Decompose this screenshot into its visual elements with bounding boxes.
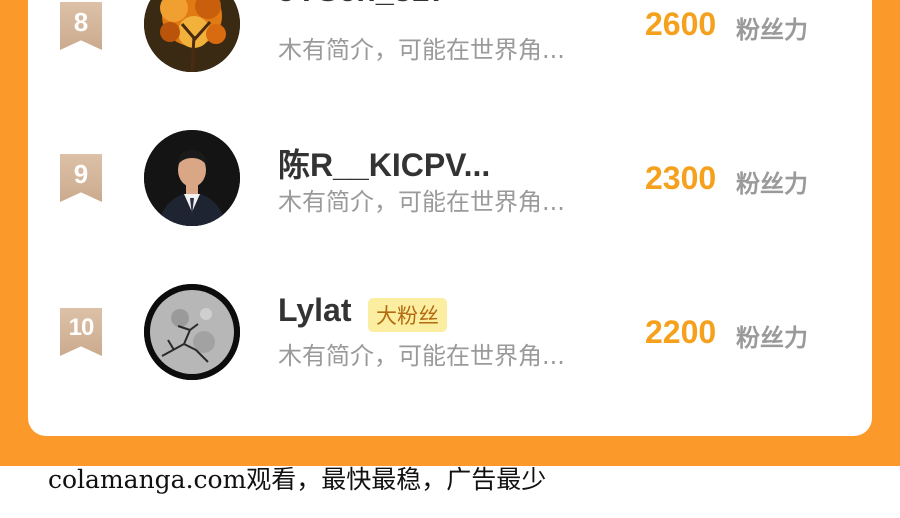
fan-power-unit: 粉丝力 (736, 324, 808, 352)
fan-power-score: 2600 (645, 6, 717, 42)
autumn-leaves-avatar[interactable] (144, 0, 240, 72)
man-in-suit-avatar[interactable] (144, 130, 240, 226)
username[interactable]: 陈R__KICPV... (278, 140, 490, 186)
ranking-row[interactable]: 10 Lylat 大粉丝 木有简介，可能在世界角... 2200 粉丝力 (28, 272, 872, 392)
rank-ribbon: 8 (60, 2, 102, 50)
fan-power-unit: 粉丝力 (736, 16, 808, 44)
watermark-text: colamanga.com观看，最快最稳，广告最少 (48, 465, 547, 494)
rank-ribbon: 10 (60, 308, 102, 356)
ranking-card: 8 JYSen_317 木有简介，可能在世界角... 2600 粉丝力 9 (28, 0, 872, 436)
fan-power-unit: 粉丝力 (736, 170, 808, 198)
big-fan-badge: 大粉丝 (368, 298, 447, 332)
username[interactable]: JYSen_317 (278, 0, 447, 9)
ranking-row[interactable]: 9 陈R__KICPV... 木有简介，可能在世界角... 2300 粉丝力 (28, 118, 872, 238)
user-bio: 木有简介，可能在世界角... (278, 342, 565, 370)
user-bio: 木有简介，可能在世界角... (278, 188, 565, 216)
fan-power-score: 2200 (645, 314, 717, 350)
ranking-row[interactable]: 8 JYSen_317 木有简介，可能在世界角... 2600 粉丝力 (28, 0, 872, 86)
moon-avatar[interactable] (144, 284, 240, 380)
fan-power-score: 2300 (645, 160, 717, 196)
rank-ribbon: 9 (60, 154, 102, 202)
username[interactable]: Lylat (278, 292, 352, 329)
user-bio: 木有简介，可能在世界角... (278, 36, 565, 64)
